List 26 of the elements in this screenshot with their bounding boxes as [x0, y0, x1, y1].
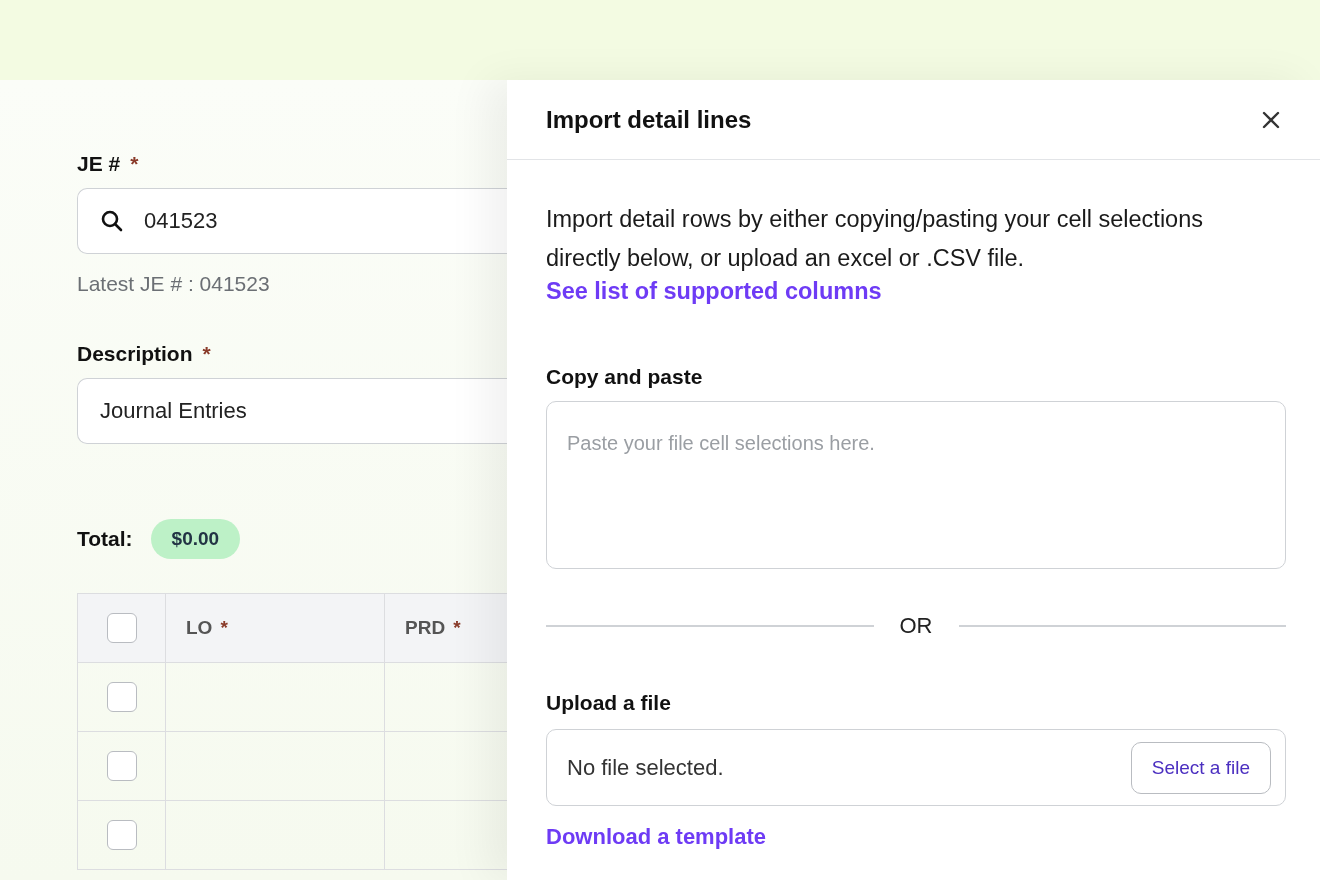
select-file-button[interactable]: Select a file — [1130, 741, 1271, 794]
close-icon — [1262, 110, 1280, 129]
search-icon — [100, 209, 124, 233]
section-label: Upload a file — [546, 691, 671, 715]
hint-text: Latest JE # : 041523 — [77, 272, 271, 296]
input-field[interactable]: Journal Entries — [77, 378, 507, 444]
required-mark: * — [130, 152, 139, 176]
checkbox[interactable] — [106, 613, 137, 643]
panel-title: Import detail lines — [546, 105, 752, 134]
checkbox[interactable] — [106, 682, 137, 712]
search-field[interactable]: 041523 — [77, 188, 507, 254]
header-cell: LO * — [166, 594, 385, 663]
paste-field[interactable]: Paste your file cell selections here. — [546, 401, 1286, 569]
section-label: Copy and paste — [546, 365, 703, 389]
checkbox[interactable] — [106, 751, 137, 781]
file-field[interactable]: No file selected. Select a file — [546, 729, 1286, 806]
intro-text: Import detail rows by either copying/pasting your cell selections directly below, or upload an excel or .CSV file. — [546, 205, 1204, 273]
field-label: JE # — [77, 152, 121, 176]
total-badge: $0.00 — [150, 519, 241, 559]
supported-columns-link[interactable]: See list of supported columns — [546, 278, 882, 305]
field-label: Description — [77, 342, 193, 366]
required-mark: * — [202, 342, 211, 366]
separator-text: OR — [898, 613, 934, 639]
total-label: Total: — [77, 527, 133, 551]
download-template-link[interactable]: Download a template — [546, 824, 767, 850]
checkbox[interactable] — [106, 820, 137, 850]
